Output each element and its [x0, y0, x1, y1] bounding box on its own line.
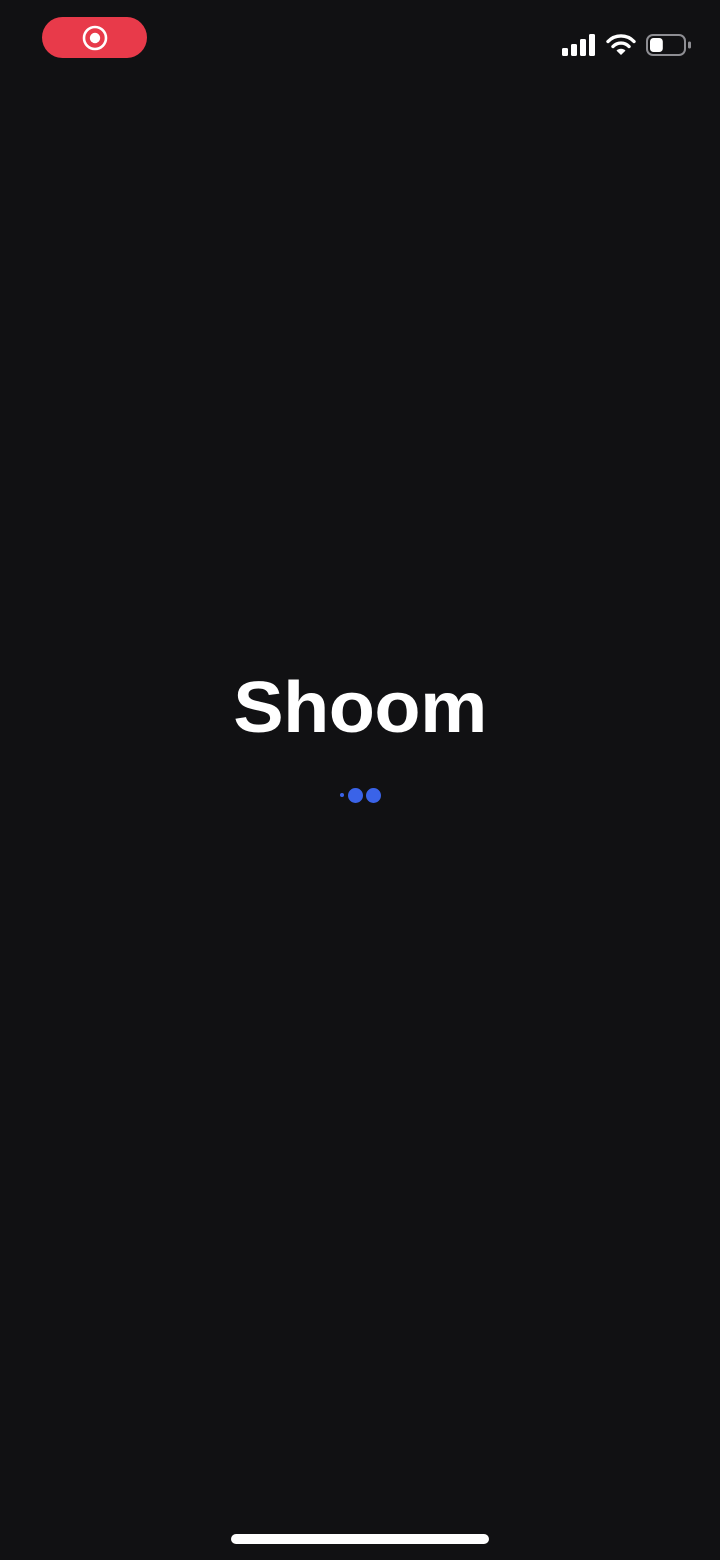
loading-dot — [348, 787, 363, 803]
screen-recording-indicator[interactable] — [42, 17, 147, 58]
status-icons — [562, 31, 692, 59]
loading-indicator — [340, 786, 386, 804]
loading-dot — [340, 793, 344, 797]
app-title: Shoom — [233, 668, 487, 748]
loading-dot — [366, 787, 381, 803]
battery-icon — [646, 33, 692, 57]
home-indicator[interactable] — [231, 1534, 489, 1544]
record-icon — [81, 24, 109, 52]
splash-screen: Shoom — [0, 0, 720, 1560]
status-bar — [0, 0, 720, 80]
cellular-signal-icon — [562, 33, 596, 57]
wifi-icon — [606, 33, 636, 57]
